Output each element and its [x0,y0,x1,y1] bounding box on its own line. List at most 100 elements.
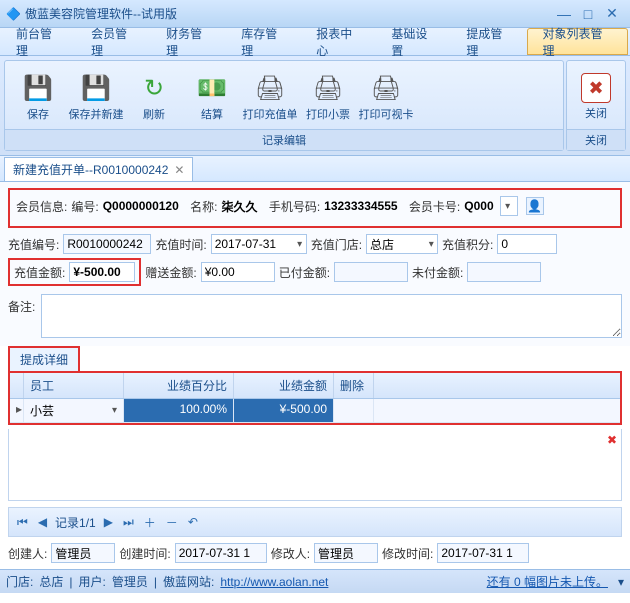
ribbon-close-caption: 关闭 [567,129,625,150]
ribbon-close-button[interactable]: ✖ 关闭 [571,65,621,129]
ribbon-icon: ↻ [138,72,170,104]
ribbon-close-label: 关闭 [585,105,607,121]
commission-tab[interactable]: 提成详细 [10,348,78,371]
nav-last-button[interactable]: ⏭ [121,515,136,530]
nav-undo-button[interactable]: ↶ [186,515,200,529]
recharge-amount-input[interactable] [69,262,135,282]
document-tab-label: 新建充值开单--R0010000242 [13,161,168,178]
recharge-code-label: 充值编号: [8,236,59,253]
gift-amount-label: 赠送金额: [145,264,196,281]
chevron-down-icon[interactable]: ▾ [294,239,306,250]
creator-field [51,543,115,563]
delete-row-icon[interactable]: ✖ [607,433,617,447]
nav-next-button[interactable]: ▶ [102,515,115,529]
menu-item-7[interactable]: 对象列表管理 [527,28,628,55]
recharge-points-input[interactable] [497,234,557,254]
ctime-label: 创建时间: [119,545,170,562]
document-tab[interactable]: 新建充值开单--R0010000242 ✕ [4,157,193,181]
commission-grid-header: 员工 业绩百分比 业绩金额 删除 [10,373,620,399]
status-store-label: 门店: [6,573,33,590]
menu-item-2[interactable]: 财务管理 [152,28,227,55]
nav-prev-button[interactable]: ◀ [36,515,49,529]
ribbon-btn-label: 打印小票 [306,106,350,122]
recharge-store-picker[interactable]: ▾ [366,234,438,254]
ribbon-btn-label: 保存并新建 [69,106,124,122]
window-title: 傲蓝美容院管理软件--试用版 [25,5,177,22]
member-picker[interactable]: ▾ [500,196,518,216]
status-store: 总店 [39,573,63,590]
ribbon-group-close: ✖ 关闭 关闭 [566,60,626,151]
percent-cell[interactable]: 100.00% [124,399,234,422]
ribbon-btn-5[interactable]: 🖨 打印小票 [299,65,357,129]
ribbon-btn-3[interactable]: 💵 结算 [183,65,241,129]
menu-item-6[interactable]: 提成管理 [452,28,527,55]
menu-item-4[interactable]: 报表中心 [302,28,377,55]
recharge-time-picker[interactable]: ▾ [211,234,307,254]
maximize-button[interactable]: □ [576,6,600,22]
modifier-label: 修改人: [271,545,310,562]
nav-first-button[interactable]: ⏮ [15,515,30,530]
record-navigator: ⏮ ◀ 记录1/1 ▶ ⏭ ＋ － ↶ [8,507,622,537]
menu-item-0[interactable]: 前台管理 [2,28,77,55]
creator-label: 创建人: [8,545,47,562]
document-tabstrip: 新建充值开单--R0010000242 ✕ [0,156,630,182]
recharge-code-input[interactable] [63,234,151,254]
nav-add-button[interactable]: ＋ [142,514,158,531]
commission-empty-area: ✖ [8,429,622,501]
upload-status-link[interactable]: 还有 0 幅图片未上传。 [487,573,608,590]
gift-amount-input[interactable] [201,262,275,282]
commission-section: 提成详细 员工 业绩百分比 业绩金额 删除 ▸ 小芸▾ 100.00% ¥-50… [0,346,630,501]
ribbon-icon: 💵 [196,72,228,104]
recharge-amount-block: 充值金额: [8,258,141,286]
col-employee[interactable]: 员工 [24,373,124,398]
paid-amount-input[interactable] [334,262,408,282]
unpaid-amount-label: 未付金额: [412,264,463,281]
statusbar: 门店: 总店 | 用户: 管理员 | 傲蓝网站: http://www.aola… [0,569,630,593]
commission-row[interactable]: ▸ 小芸▾ 100.00% ¥-500.00 [10,399,620,423]
ribbon-icon: 🖨 [254,72,286,104]
close-window-button[interactable]: ✕ [600,5,624,22]
amount-cell[interactable]: ¥-500.00 [234,399,334,422]
remark-input[interactable] [41,294,622,338]
recharge-time-label: 充值时间: [155,236,206,253]
status-site-label: 傲蓝网站: [163,573,214,590]
chevron-down-icon[interactable]: ▾ [426,239,437,250]
mtime-field [437,543,529,563]
ribbon-icon: 🖨 [370,72,402,104]
nav-delete-button[interactable]: － [164,514,180,531]
col-percent[interactable]: 业绩百分比 [124,373,234,398]
minimize-button[interactable]: — [552,6,576,22]
chevron-down-icon[interactable]: ▾ [618,575,624,589]
menu-item-3[interactable]: 库存管理 [227,28,302,55]
unpaid-amount-input[interactable] [467,262,541,282]
menu-item-1[interactable]: 会员管理 [77,28,152,55]
remark-label: 备注: [8,294,35,315]
ribbon-btn-2[interactable]: ↻ 刷新 [125,65,183,129]
ribbon-btn-1[interactable]: 💾保存并新建 [67,65,125,129]
member-lookup-icon[interactable]: 👤 [526,197,544,215]
employee-cell[interactable]: 小芸▾ [24,399,124,422]
row-indicator-icon: ▸ [10,399,24,422]
member-phone: 13233334555 [324,199,397,213]
tab-close-icon[interactable]: ✕ [174,163,184,177]
ribbon-btn-4[interactable]: 🖨打印充值单 [241,65,299,129]
member-card-label: 会员卡号: [409,198,460,215]
member-code-label: 编号: [71,198,98,215]
status-site-link[interactable]: http://www.aolan.net [220,575,328,589]
ribbon-btn-label: 结算 [201,106,223,122]
ribbon-toolbar: 💾保存💾保存并新建↻刷新💵结算🖨打印充值单🖨打印小票🖨打印可视卡 记录编辑 ✖ … [0,56,630,156]
ribbon-btn-label: 刷新 [143,106,165,122]
col-amount[interactable]: 业绩金额 [234,373,334,398]
status-user-label: 用户: [78,573,105,590]
ribbon-icon: 🖨 [312,72,344,104]
member-name-label: 名称: [190,198,217,215]
ribbon-btn-0[interactable]: 💾保存 [9,65,67,129]
ribbon-btn-label: 保存 [27,106,49,122]
menu-item-5[interactable]: 基础设置 [377,28,452,55]
col-delete: 删除 [334,373,374,398]
member-info-bar: 会员信息: 编号: Q0000000120 名称: 柒久久 手机号码: 1323… [8,188,622,228]
ribbon-btn-6[interactable]: 🖨打印可视卡 [357,65,415,129]
modifier-field [314,543,378,563]
close-icon: ✖ [581,73,611,103]
member-phone-label: 手机号码: [269,198,320,215]
